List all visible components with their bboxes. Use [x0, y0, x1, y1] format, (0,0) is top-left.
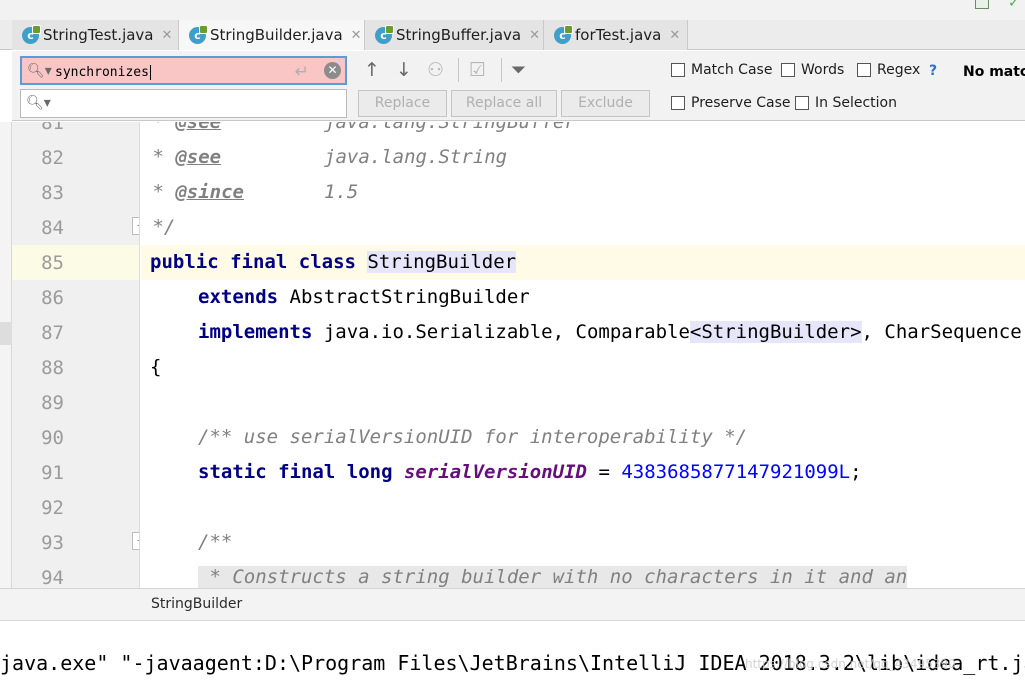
class-name-highlight: StringBuilder	[367, 251, 517, 273]
run-console: java.exe" "-javaagent:D:\Program Files\J…	[0, 620, 1025, 681]
code-line-83: * @since 1.5	[141, 181, 359, 203]
filter-icon[interactable]: ⏷	[511, 59, 526, 81]
line-number: 85	[41, 252, 64, 274]
code-line-91: static final long serialVersionUID = 438…	[198, 461, 862, 483]
editor-gutter: 81 82 83 84 85 86 87 88 89 90 91 92 93 9…	[12, 122, 140, 588]
regex-label: Regex	[877, 62, 921, 78]
preserve-case-label: Preserve Case	[691, 95, 791, 111]
regex-checkbox[interactable]: Regex	[857, 62, 920, 78]
tab-fortest[interactable]: c forTest.java ✕	[544, 20, 688, 50]
code-line-90: /** use serialVersionUID for interoperab…	[198, 426, 748, 448]
breadcrumb-bar: StringBuilder	[0, 588, 1025, 620]
tab-stringtest[interactable]: c StringTest.java ✕	[12, 20, 179, 50]
line-number: 83	[41, 182, 64, 204]
fold-icon[interactable]: −	[132, 532, 139, 550]
line-number: 82	[41, 147, 64, 169]
line-number: 87	[41, 322, 64, 344]
find-all-icon[interactable]: ⚇	[427, 59, 444, 81]
line-number: 94	[41, 567, 64, 588]
tab-stringbuffer[interactable]: c StringBuffer.java ✕	[365, 20, 544, 50]
tab-label: StringBuffer.java	[396, 26, 522, 44]
tab-label: StringTest.java	[43, 26, 154, 44]
search-icon[interactable]: 🔍︎▾	[26, 95, 51, 111]
class-icon: c	[554, 24, 573, 44]
exclude-button[interactable]: Exclude	[561, 90, 650, 117]
arrow-down-icon[interactable]: ↓	[396, 59, 412, 81]
line-number: 92	[41, 497, 64, 519]
preserve-case-checkbox[interactable]: Preserve Case	[671, 95, 791, 111]
line-number: 91	[41, 462, 64, 484]
in-selection-checkbox[interactable]: In Selection	[795, 95, 897, 111]
check-icon[interactable]: ✓	[1008, 0, 1022, 10]
line-number: 84	[41, 217, 64, 239]
arrow-up-icon[interactable]: ↑	[364, 59, 380, 81]
close-icon[interactable]: ✕	[529, 28, 540, 43]
close-icon[interactable]: ✕	[162, 28, 173, 43]
close-icon[interactable]: ✕	[351, 28, 362, 43]
line-number: 86	[41, 287, 64, 309]
code-line-94: * Constructs a string builder with no ch…	[198, 566, 908, 588]
ide-window: ✓ c StringTest.java ✕ c StringBuilder.ja…	[0, 0, 1025, 681]
replace-all-button[interactable]: Replace all	[451, 90, 557, 117]
words-checkbox[interactable]: Words	[781, 62, 844, 78]
code-line-82: * @see java.lang.String	[141, 146, 508, 168]
match-case-label: Match Case	[691, 62, 773, 78]
words-label: Words	[801, 62, 845, 78]
tab-label: forTest.java	[575, 26, 662, 44]
in-selection-label: In Selection	[815, 95, 897, 111]
search-icon[interactable]: 🔍︎▾	[27, 63, 52, 79]
search-field[interactable]: 🔍︎▾ synchronizes ↵ ✕	[20, 56, 347, 85]
select-all-icon[interactable]: ☑	[469, 59, 486, 81]
line-number: 89	[41, 392, 64, 414]
match-case-checkbox[interactable]: Match Case	[671, 62, 772, 78]
line-number: 88	[41, 357, 64, 379]
top-toolbar-strip: ✓	[0, 0, 1025, 20]
tab-stringbuilder[interactable]: c StringBuilder.java ✕	[179, 20, 365, 50]
class-icon: c	[22, 24, 41, 44]
breadcrumb[interactable]: StringBuilder	[151, 596, 242, 612]
search-input-text[interactable]: synchronizes	[55, 65, 151, 80]
code-line-93: /**	[198, 531, 233, 553]
enter-icon[interactable]: ↵	[295, 62, 309, 82]
line-number: 90	[41, 427, 64, 449]
class-icon: c	[375, 24, 394, 44]
fold-icon[interactable]: −	[132, 217, 139, 235]
code-line-86: extends AbstractStringBuilder	[198, 286, 530, 308]
code-line-84: */	[141, 216, 176, 238]
watermark: https://blog.csdn.net/qq_43495390	[745, 657, 956, 671]
tool-window-strip	[0, 122, 12, 610]
regex-help-link[interactable]: ?	[929, 63, 937, 79]
replace-field[interactable]: 🔍︎▾	[20, 89, 347, 118]
code-line-85: public final class StringBuilder	[141, 245, 1025, 280]
clear-icon[interactable]: ✕	[324, 62, 341, 79]
line-number: 81	[41, 122, 64, 134]
code-line-81: * @see java.lang.StringBuffer	[141, 122, 576, 133]
code-editor[interactable]: * @see java.lang.StringBuffer * @see jav…	[141, 122, 1025, 588]
close-icon[interactable]: ✕	[669, 28, 680, 43]
class-icon: c	[189, 24, 208, 44]
editor-tab-bar: c StringTest.java ✕ c StringBuilder.java…	[0, 20, 1025, 50]
search-status: No matches	[963, 64, 1025, 80]
run-icon[interactable]	[975, 0, 989, 9]
code-line-87: implements java.io.Serializable, Compara…	[198, 321, 1022, 343]
line-number: 93	[41, 532, 64, 554]
replace-button[interactable]: Replace	[358, 90, 447, 117]
tab-label: StringBuilder.java	[210, 26, 343, 44]
code-line-88: {	[150, 356, 162, 378]
